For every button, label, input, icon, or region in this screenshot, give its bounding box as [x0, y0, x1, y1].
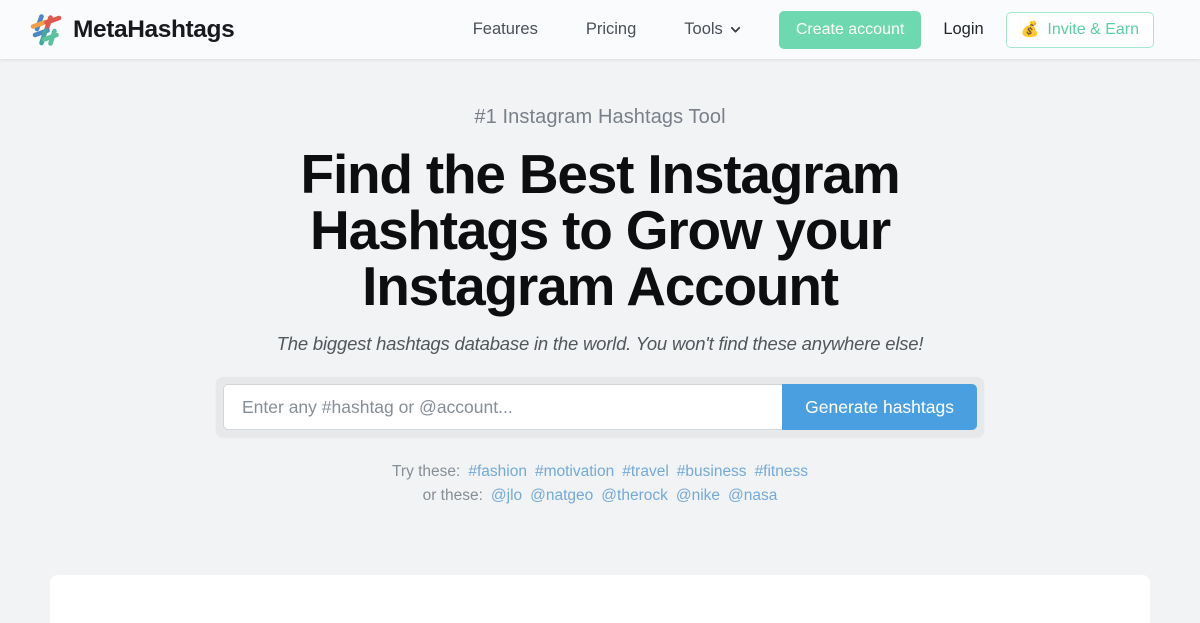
- hero-eyebrow: #1 Instagram Hashtags Tool: [474, 106, 726, 128]
- invite-and-earn-button[interactable]: 💰 Invite & Earn: [1005, 11, 1154, 48]
- suggestion-account-therock[interactable]: @therock: [601, 487, 668, 504]
- hero-section: #1 Instagram Hashtags Tool Find the Best…: [0, 59, 1200, 508]
- hero-subtitle: The biggest hashtags database in the wor…: [276, 333, 924, 354]
- content-card-top-edge: [50, 575, 1150, 623]
- suggestion-links: Try these: #fashion #motivation #travel #bus…: [0, 460, 1200, 508]
- hashtag-logo-icon: [30, 13, 62, 46]
- generate-hashtags-button[interactable]: Generate hashtags: [782, 384, 977, 430]
- suggestion-account-natgeo[interactable]: @natgeo: [530, 487, 593, 504]
- nav-link-pricing[interactable]: Pricing: [562, 12, 660, 47]
- brand-logo-link[interactable]: MetaHashtags: [28, 12, 235, 48]
- hashtag-search-bar: Generate hashtags: [216, 377, 984, 437]
- top-navigation-bar: MetaHashtags Features Pricing Tools Crea…: [0, 0, 1200, 59]
- suggestion-row-accounts: or these: @jlo @natgeo @therock @nike @nasa: [0, 484, 1200, 508]
- suggestion-hashtag-fitness[interactable]: #fitness: [755, 463, 808, 480]
- chevron-down-icon: [730, 26, 740, 33]
- nav-link-tools[interactable]: Tools: [660, 12, 765, 47]
- suggestion-row-hashtags: Try these: #fashion #motivation #travel #bus…: [0, 460, 1200, 484]
- or-these-label: or these:: [422, 487, 483, 504]
- suggestion-hashtag-fashion[interactable]: #fashion: [468, 463, 527, 480]
- page-title: Find the Best Instagram Hashtags to Grow…: [300, 143, 901, 317]
- suggestion-account-nike[interactable]: @nike: [676, 487, 720, 504]
- suggestion-account-nasa[interactable]: @nasa: [728, 487, 777, 504]
- money-bag-icon: 💰: [1020, 21, 1040, 38]
- primary-nav: Features Pricing Tools: [449, 12, 765, 47]
- brand-name: MetaHashtags: [73, 15, 235, 43]
- create-account-button[interactable]: Create account: [778, 10, 922, 49]
- suggestion-account-jlo[interactable]: @jlo: [491, 487, 522, 504]
- nav-actions: Create account Login 💰 Invite & Earn: [778, 10, 1154, 49]
- suggestion-hashtag-business[interactable]: #business: [677, 463, 747, 480]
- search-input[interactable]: [223, 384, 783, 430]
- suggestion-hashtag-travel[interactable]: #travel: [622, 463, 669, 480]
- suggestion-hashtag-motivation[interactable]: #motivation: [535, 463, 614, 480]
- nav-link-tools-label: Tools: [684, 20, 723, 38]
- login-link[interactable]: Login: [921, 12, 1005, 47]
- invite-and-earn-label: Invite & Earn: [1047, 20, 1139, 38]
- try-these-label: Try these:: [392, 463, 461, 480]
- nav-link-features[interactable]: Features: [449, 12, 562, 47]
